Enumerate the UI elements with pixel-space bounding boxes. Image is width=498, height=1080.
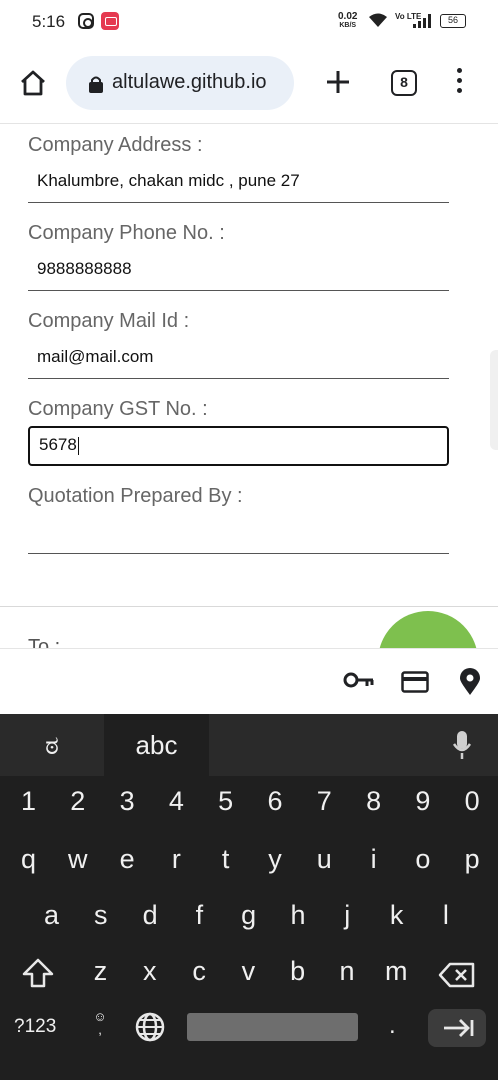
letter-key-g[interactable]: g [224,900,273,931]
kannada-tab[interactable]: ಠ [0,714,104,776]
quotation-prepared-by-label: Quotation Prepared By : [28,485,243,507]
mic-icon[interactable] [452,730,472,760]
letter-key-n[interactable]: n [323,956,372,987]
company-gst-label: Company GST No. : [28,398,208,420]
number-key-0[interactable]: 0 [448,786,497,817]
floating-action-button[interactable] [378,611,478,648]
enter-key[interactable] [428,1009,486,1047]
letter-key-t[interactable]: t [201,844,250,875]
key-icon[interactable] [343,671,375,689]
letter-key-y[interactable]: y [251,844,300,875]
number-key-7[interactable]: 7 [300,786,349,817]
url-text[interactable]: altulawe.github.io [112,71,267,94]
space-key[interactable] [187,1013,358,1041]
next-arrow-icon [444,1019,474,1037]
browser-toolbar: altulawe.github.io 8 [0,44,498,124]
company-mail-input[interactable]: mail@mail.com [28,339,449,379]
new-tab-icon[interactable] [322,66,354,98]
letter-key-e[interactable]: e [103,844,152,875]
soft-keyboard: ಠ abc 1234567890 qwertyuiop asdfghjkl zx… [0,714,498,1080]
page-content: Company Address : Khalumbre, chakan midc… [0,124,498,648]
status-bar: 5:16 0.02 KB/S Vo LTE 56 [0,0,498,44]
company-address-input[interactable]: Khalumbre, chakan midc , pune 27 [28,163,449,203]
home-icon[interactable] [18,68,48,98]
company-address-label: Company Address : [28,134,203,156]
letter-key-m[interactable]: m [372,956,421,987]
letter-key-c[interactable]: c [175,956,224,987]
autofill-bar [0,648,498,714]
letter-key-s[interactable]: s [76,900,125,931]
number-key-8[interactable]: 8 [349,786,398,817]
company-mail-label: Company Mail Id : [28,310,190,332]
section-divider [0,606,498,607]
text-caret [77,436,79,455]
letter-key-f[interactable]: f [175,900,224,931]
letter-key-u[interactable]: u [300,844,349,875]
letter-key-w[interactable]: w [53,844,102,875]
company-phone-input[interactable]: 9888888888 [28,251,449,291]
abc-tab[interactable]: abc [104,714,209,776]
period-key[interactable]: . [389,1012,396,1040]
tab-switcher-button[interactable]: 8 [391,70,417,96]
letter-key-p[interactable]: p [448,844,497,875]
emoji-comma-key[interactable]: ☺ , [90,1010,110,1036]
letter-key-b[interactable]: b [273,956,322,987]
letter-key-o[interactable]: o [398,844,447,875]
number-key-3[interactable]: 3 [103,786,152,817]
backspace-icon[interactable] [438,962,476,988]
letter-key-r[interactable]: r [152,844,201,875]
status-time: 5:16 [32,12,66,31]
quotation-prepared-by-input[interactable] [28,514,449,554]
letter-key-h[interactable]: h [274,900,323,931]
wifi-icon [369,13,387,27]
number-key-2[interactable]: 2 [53,786,102,817]
credit-card-icon[interactable] [401,671,429,693]
letter-key-z[interactable]: z [76,956,125,987]
number-key-4[interactable]: 4 [152,786,201,817]
signal-icon [413,14,431,28]
letter-key-v[interactable]: v [224,956,273,987]
letter-key-j[interactable]: j [323,900,372,931]
net-speed: 0.02 KB/S [338,12,357,30]
letter-key-a[interactable]: a [27,900,76,931]
letter-key-i[interactable]: i [349,844,398,875]
to-label: To : [28,636,61,648]
letter-key-x[interactable]: x [125,956,174,987]
scrollbar[interactable] [490,350,498,450]
net-speed-unit: KB/S [339,22,357,29]
number-key-6[interactable]: 6 [251,786,300,817]
keyboard-language-tabs: ಠ abc [0,714,498,776]
shift-icon[interactable] [22,958,54,988]
letter-key-k[interactable]: k [372,900,421,931]
instagram-icon [78,13,94,29]
url-bar[interactable]: altulawe.github.io [66,56,294,110]
letter-key-l[interactable]: l [421,900,470,931]
screen-record-icon [101,12,119,30]
number-key-5[interactable]: 5 [201,786,250,817]
symbols-key[interactable]: ?123 [14,1016,56,1038]
company-phone-label: Company Phone No. : [28,222,225,244]
lock-icon [89,76,103,93]
globe-icon[interactable] [134,1011,166,1043]
battery-icon: 56 [440,14,466,28]
location-pin-icon[interactable] [459,668,481,696]
letter-key-d[interactable]: d [126,900,175,931]
overflow-menu-icon[interactable] [454,68,464,98]
company-gst-input[interactable]: 5678 [28,426,449,466]
letter-key-q[interactable]: q [4,844,53,875]
company-gst-value: 5678 [39,435,77,454]
number-key-1[interactable]: 1 [4,786,53,817]
number-key-9[interactable]: 9 [398,786,447,817]
